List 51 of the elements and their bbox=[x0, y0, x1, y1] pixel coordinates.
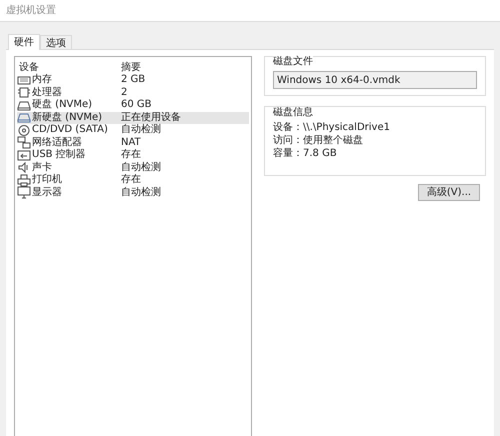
printer-icon bbox=[17, 174, 31, 187]
memory-icon bbox=[17, 74, 31, 87]
disc-icon bbox=[17, 124, 31, 137]
chip-icon bbox=[17, 86, 31, 100]
group-title: 磁盘文件 bbox=[273, 56, 313, 68]
tab[interactable]: 选项 bbox=[40, 35, 72, 49]
selected-row-highlight[interactable]: 新硬盘 (NVMe) 正在使用设备 bbox=[17, 112, 249, 124]
table-cell: 打印机 bbox=[32, 174, 62, 186]
group-title: 磁盘信息 bbox=[273, 107, 313, 119]
drive-icon bbox=[17, 111, 31, 124]
info-text: 访问：使用整个磁盘 bbox=[273, 135, 364, 147]
advanced-button[interactable]: 高级(V)... bbox=[418, 184, 480, 201]
table-cell-text: 声卡 bbox=[32, 162, 52, 174]
list-row[interactable]: 声卡 自动检测 bbox=[17, 162, 249, 174]
monitor-icon bbox=[17, 186, 31, 200]
tab[interactable]: 硬件 bbox=[8, 34, 40, 50]
list-row[interactable]: 内存 2 GB bbox=[17, 74, 249, 86]
list-row[interactable]: 硬盘 (NVMe) 60 GB bbox=[17, 99, 249, 112]
list-row[interactable]: 显示器 自动检测 bbox=[17, 186, 249, 199]
table-cell: 自动检测 bbox=[121, 162, 161, 174]
info-text: 容量：7.8 GB bbox=[273, 148, 338, 160]
table-cell: NAT bbox=[121, 136, 141, 149]
table-cell: 2 GB bbox=[121, 74, 146, 86]
list-row[interactable]: CD/DVD (SATA) 自动检测 bbox=[17, 124, 249, 136]
table-cell: 处理器 bbox=[32, 86, 62, 99]
list-row[interactable]: 打印机 存在 bbox=[17, 174, 249, 186]
usb-icon bbox=[17, 148, 31, 162]
list-row[interactable]: USB 控制器 存在 bbox=[17, 149, 249, 162]
column-header[interactable]: 设备 bbox=[17, 60, 121, 74]
table-cell: 新硬盘 (NVMe) bbox=[32, 112, 102, 124]
window-title: 虚拟机设置 bbox=[6, 4, 56, 18]
table-cell: 硬盘 (NVMe) bbox=[32, 99, 92, 112]
table-cell: 2 bbox=[121, 86, 128, 99]
network-icon bbox=[17, 136, 31, 150]
table-cell: 存在 bbox=[121, 174, 141, 186]
column-header[interactable]: 摘要 bbox=[121, 60, 141, 74]
table-cell: 存在 bbox=[121, 149, 141, 162]
table-cell: 显示器 bbox=[32, 186, 62, 199]
table-cell-text: 网络适配器 bbox=[32, 136, 82, 148]
table-cell: USB 控制器 bbox=[32, 149, 86, 162]
disk-file-field[interactable]: Windows 10 x64-0.vmdk bbox=[273, 71, 477, 89]
info-text: 设备：\\.\PhysicalDrive1 bbox=[273, 122, 391, 134]
table-cell: CD/DVD (SATA) bbox=[32, 124, 108, 136]
table-cell: 自动检测 bbox=[121, 124, 161, 136]
list-row[interactable]: 处理器 2 bbox=[17, 86, 249, 99]
list-row[interactable]: 网络适配器 NAT bbox=[17, 136, 249, 149]
table-cell-text: 正在使用设备 bbox=[121, 112, 181, 124]
table-cell: 内存 bbox=[32, 74, 52, 86]
table-cell: 自动检测 bbox=[121, 186, 161, 199]
drive-icon bbox=[17, 98, 31, 112]
table-cell: 60 GB bbox=[121, 99, 152, 112]
